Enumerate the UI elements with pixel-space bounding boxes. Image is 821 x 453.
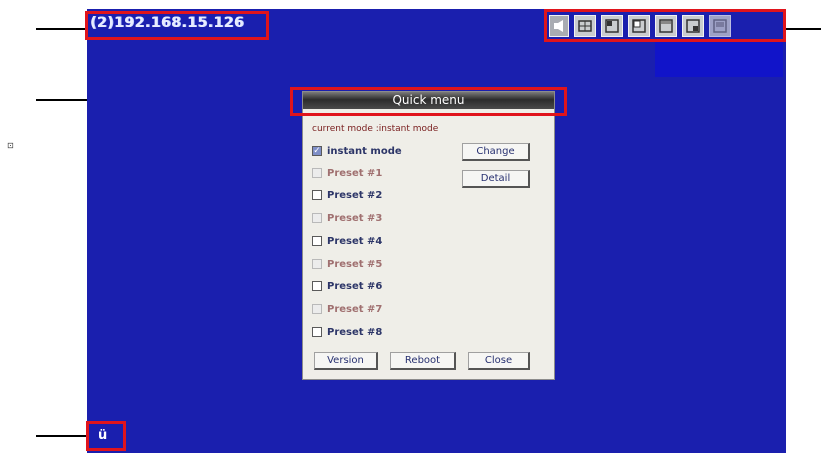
- quick-menu-dialog: Quick menu current mode :instant mode ✓ …: [302, 91, 555, 380]
- option-label: Preset #5: [327, 258, 383, 270]
- option-label: instant mode: [327, 145, 402, 157]
- highlight-menu-title-box: [290, 87, 567, 116]
- version-button[interactable]: Version: [314, 352, 378, 370]
- callout-line-ip: [36, 28, 86, 30]
- reboot-button[interactable]: Reboot: [390, 352, 456, 370]
- callout-line-status: [36, 435, 86, 437]
- option-preset-8[interactable]: Preset #8: [312, 325, 382, 339]
- checkbox-checked-icon[interactable]: ✓: [312, 146, 322, 156]
- callout-line-toolbar: [786, 28, 821, 30]
- option-preset-1[interactable]: Preset #1: [312, 166, 382, 180]
- checkbox-icon[interactable]: [312, 168, 322, 178]
- option-label: Preset #8: [327, 326, 383, 338]
- checkbox-icon[interactable]: [312, 281, 322, 291]
- option-preset-7[interactable]: Preset #7: [312, 302, 382, 316]
- close-button[interactable]: Close: [468, 352, 530, 370]
- option-label: Preset #4: [327, 235, 383, 247]
- detail-button[interactable]: Detail: [462, 170, 530, 188]
- highlight-ip-box: [85, 11, 269, 40]
- current-mode-text: current mode :instant mode: [312, 124, 439, 134]
- checkbox-icon[interactable]: [312, 304, 322, 314]
- checkbox-icon[interactable]: [312, 236, 322, 246]
- option-label: Preset #7: [327, 303, 383, 315]
- option-preset-2[interactable]: Preset #2: [312, 188, 382, 202]
- checkbox-icon[interactable]: [312, 190, 322, 200]
- option-preset-3[interactable]: Preset #3: [312, 211, 382, 225]
- option-label: Preset #2: [327, 189, 383, 201]
- highlight-status-box: [86, 421, 126, 451]
- side-marker: ⊡: [7, 141, 14, 150]
- option-label: Preset #3: [327, 212, 383, 224]
- checkbox-icon[interactable]: [312, 213, 322, 223]
- option-preset-5[interactable]: Preset #5: [312, 257, 382, 271]
- option-instant-mode[interactable]: ✓ instant mode: [312, 144, 402, 158]
- checkbox-icon[interactable]: [312, 259, 322, 269]
- option-label: Preset #1: [327, 167, 383, 179]
- highlight-toolbar-box: [544, 9, 786, 42]
- screen-inset: [655, 41, 783, 77]
- checkbox-icon[interactable]: [312, 327, 322, 337]
- change-button[interactable]: Change: [462, 143, 530, 161]
- option-preset-4[interactable]: Preset #4: [312, 234, 382, 248]
- option-label: Preset #6: [327, 280, 383, 292]
- option-preset-6[interactable]: Preset #6: [312, 279, 382, 293]
